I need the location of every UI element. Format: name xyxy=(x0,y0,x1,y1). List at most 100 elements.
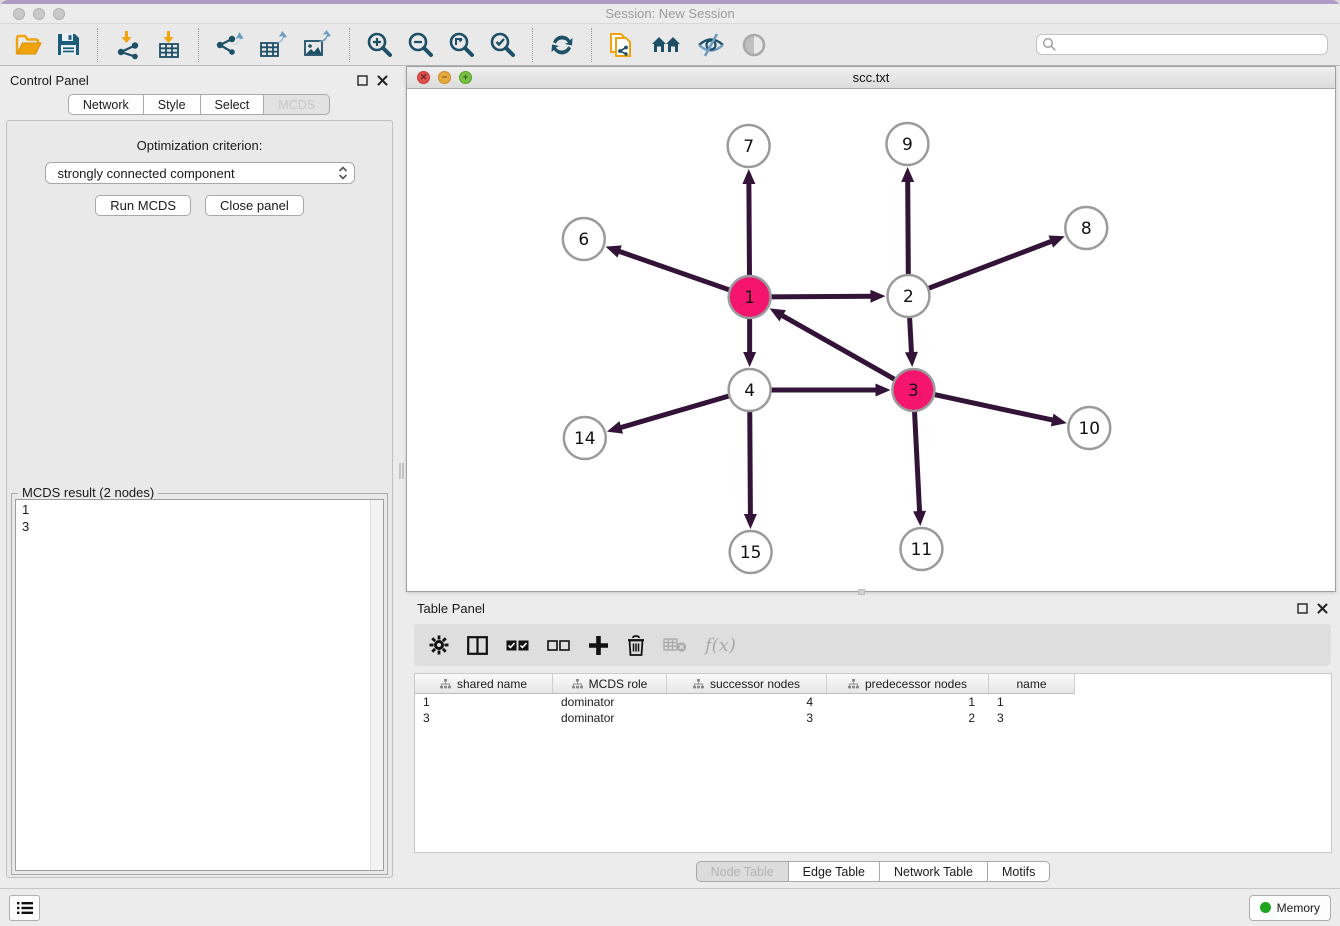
toolbar-separator xyxy=(349,28,350,62)
edge-4-15[interactable] xyxy=(750,408,751,517)
close-table-panel-icon[interactable] xyxy=(1317,603,1328,614)
clone-network-button[interactable] xyxy=(601,27,643,63)
edge-3-11[interactable] xyxy=(914,408,919,514)
search-field[interactable] xyxy=(1036,34,1328,55)
tab-edge-table[interactable]: Edge Table xyxy=(788,861,880,882)
vertical-split-handle[interactable] xyxy=(399,463,404,479)
eye-slash-button[interactable] xyxy=(689,27,733,63)
create-column-button[interactable] xyxy=(579,627,618,663)
import-network-icon xyxy=(114,31,142,59)
save-session-button[interactable] xyxy=(49,27,88,63)
zoom-out-icon xyxy=(407,31,434,58)
float-panel-icon[interactable] xyxy=(357,75,368,86)
edge-2-3[interactable] xyxy=(909,314,911,355)
import-table-button[interactable] xyxy=(149,27,189,63)
zoom-out-button[interactable] xyxy=(400,27,441,63)
mcds-result-textarea[interactable]: 13 xyxy=(15,499,384,871)
column-header-name[interactable]: name xyxy=(989,674,1075,694)
zoom-in-icon xyxy=(366,31,393,58)
column-header-predecessor-nodes[interactable]: predecessor nodes xyxy=(827,674,989,694)
export-network-button[interactable] xyxy=(208,27,252,63)
table-toolbar: f(x) xyxy=(414,624,1331,666)
node-table[interactable]: shared nameMCDS role successor nodes prede… xyxy=(414,673,1332,853)
node-label-1: 1 xyxy=(744,288,755,308)
node-label-8: 8 xyxy=(1081,219,1092,239)
cell-predecessor-nodes[interactable]: 2 xyxy=(827,711,989,725)
edge-2-8[interactable] xyxy=(925,240,1053,289)
tab-select[interactable]: Select xyxy=(200,94,265,115)
edge-1-6[interactable] xyxy=(617,251,733,292)
zoom-fit-button[interactable] xyxy=(441,27,482,63)
float-table-panel-icon[interactable] xyxy=(1297,603,1308,614)
eye-disabled-button[interactable] xyxy=(733,27,775,63)
task-history-button[interactable] xyxy=(9,895,40,921)
column-header-successor-nodes[interactable]: successor nodes xyxy=(667,674,827,694)
zoom-in-button[interactable] xyxy=(359,27,400,63)
unchecked-boxes-icon xyxy=(547,640,570,651)
list-icon xyxy=(17,901,33,915)
column-header-label: successor nodes xyxy=(710,677,800,691)
column-header-label: predecessor nodes xyxy=(865,677,967,691)
arrowhead-4-14 xyxy=(607,421,623,433)
result-scrollbar[interactable] xyxy=(370,500,383,870)
tab-node-table[interactable]: Node Table xyxy=(696,861,789,882)
network-window-title: scc.txt xyxy=(407,70,1335,85)
tab-network-table[interactable]: Network Table xyxy=(879,861,988,882)
unselect-all-columns-button[interactable] xyxy=(538,627,579,663)
trash-icon xyxy=(627,635,645,656)
edge-3-1[interactable] xyxy=(780,314,898,381)
delete-column-button[interactable] xyxy=(618,627,654,663)
cell-name[interactable]: 3 xyxy=(989,711,1075,725)
export-image-button[interactable] xyxy=(296,27,340,63)
edge-2-9[interactable] xyxy=(908,179,909,278)
cell-shared-name[interactable]: 3 xyxy=(415,711,553,725)
toolbar-separator xyxy=(591,28,592,62)
edge-3-10[interactable] xyxy=(931,394,1055,421)
cell-predecessor-nodes[interactable]: 1 xyxy=(827,695,989,709)
tab-network[interactable]: Network xyxy=(68,94,144,115)
houses-icon xyxy=(650,32,682,58)
cell-successor-nodes[interactable]: 4 xyxy=(667,695,827,709)
node-label-14: 14 xyxy=(574,429,596,449)
zoom-selected-icon xyxy=(489,31,516,58)
column-header-mcds-role[interactable]: MCDS role xyxy=(553,674,667,694)
table-row[interactable]: 3dominator323 xyxy=(415,710,1331,726)
import-network-button[interactable] xyxy=(107,27,149,63)
memory-label: Memory xyxy=(1277,901,1320,915)
column-header-shared-name[interactable]: shared name xyxy=(415,674,553,694)
table-settings-button[interactable] xyxy=(420,627,458,663)
table-row[interactable]: 1dominator411 xyxy=(415,694,1331,710)
cell-mcds-role[interactable]: dominator xyxy=(553,711,667,725)
houses-button[interactable] xyxy=(643,27,689,63)
export-table-button[interactable] xyxy=(252,27,296,63)
network-window-titlebar[interactable]: ✕ − + scc.txt xyxy=(407,67,1335,89)
plus-icon xyxy=(588,635,609,656)
close-panel-icon[interactable] xyxy=(377,75,388,86)
edge-1-7[interactable] xyxy=(749,181,750,279)
refresh-layout-button[interactable] xyxy=(542,27,582,63)
function-builder-button[interactable]: f(x) xyxy=(696,627,745,663)
column-header-label: name xyxy=(1016,677,1046,691)
select-all-columns-button[interactable] xyxy=(497,627,538,663)
tab-style[interactable]: Style xyxy=(143,94,201,115)
import-table-icon xyxy=(156,31,182,59)
edge-1-2[interactable] xyxy=(768,296,874,297)
edge-4-14[interactable] xyxy=(618,395,732,428)
close-panel-button[interactable]: Close panel xyxy=(205,195,304,216)
memory-button[interactable]: Memory xyxy=(1249,895,1331,921)
zoom-selected-button[interactable] xyxy=(482,27,523,63)
delete-table-button[interactable] xyxy=(654,627,696,663)
hierarchy-icon xyxy=(693,679,704,689)
network-canvas[interactable]: 7968124314101511 xyxy=(407,89,1335,591)
tab-motifs[interactable]: Motifs xyxy=(987,861,1050,882)
run-mcds-button[interactable]: Run MCDS xyxy=(95,195,191,216)
open-session-button[interactable] xyxy=(8,27,49,63)
cell-shared-name[interactable]: 1 xyxy=(415,695,553,709)
search-input[interactable] xyxy=(1057,38,1322,52)
split-panel-button[interactable] xyxy=(458,627,497,663)
optimization-criterion-select[interactable]: strongly connected component xyxy=(45,162,355,184)
tab-mcds[interactable]: MCDS xyxy=(263,94,330,115)
cell-mcds-role[interactable]: dominator xyxy=(553,695,667,709)
cell-name[interactable]: 1 xyxy=(989,695,1075,709)
cell-successor-nodes[interactable]: 3 xyxy=(667,711,827,725)
